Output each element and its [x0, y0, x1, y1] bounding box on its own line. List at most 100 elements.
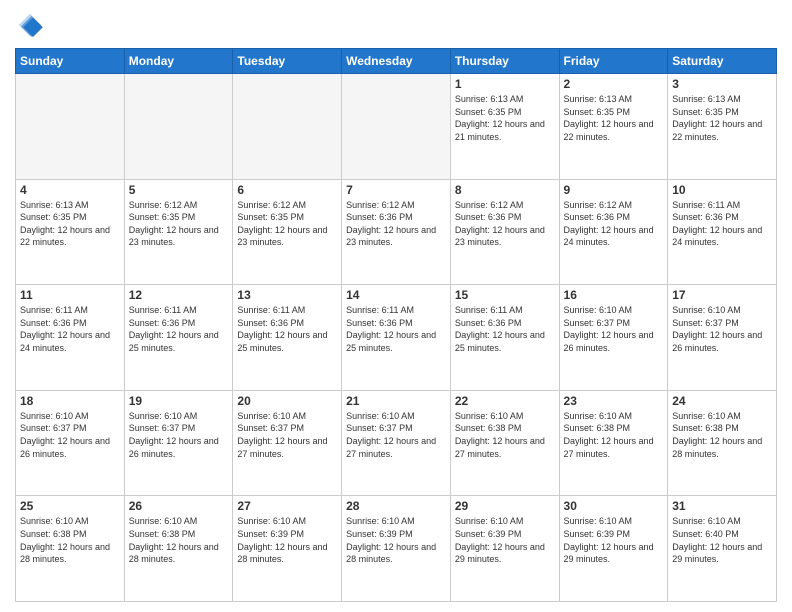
- logo-icon: [15, 10, 45, 40]
- day-number: 5: [129, 183, 229, 197]
- day-info: Sunrise: 6:10 AM Sunset: 6:38 PM Dayligh…: [455, 410, 555, 460]
- day-header-monday: Monday: [124, 49, 233, 74]
- day-info: Sunrise: 6:13 AM Sunset: 6:35 PM Dayligh…: [455, 93, 555, 143]
- day-number: 19: [129, 394, 229, 408]
- day-header-sunday: Sunday: [16, 49, 125, 74]
- page: SundayMondayTuesdayWednesdayThursdayFrid…: [0, 0, 792, 612]
- calendar-cell: 30 Sunrise: 6:10 AM Sunset: 6:39 PM Dayli…: [559, 496, 668, 602]
- day-info: Sunrise: 6:10 AM Sunset: 6:38 PM Dayligh…: [564, 410, 664, 460]
- day-info: Sunrise: 6:13 AM Sunset: 6:35 PM Dayligh…: [672, 93, 772, 143]
- calendar-cell: 14 Sunrise: 6:11 AM Sunset: 6:36 PM Dayli…: [342, 285, 451, 391]
- day-info: Sunrise: 6:10 AM Sunset: 6:38 PM Dayligh…: [20, 515, 120, 565]
- day-info: Sunrise: 6:13 AM Sunset: 6:35 PM Dayligh…: [20, 199, 120, 249]
- day-info: Sunrise: 6:10 AM Sunset: 6:39 PM Dayligh…: [455, 515, 555, 565]
- day-number: 15: [455, 288, 555, 302]
- day-number: 23: [564, 394, 664, 408]
- day-header-tuesday: Tuesday: [233, 49, 342, 74]
- calendar-cell: 26 Sunrise: 6:10 AM Sunset: 6:38 PM Dayli…: [124, 496, 233, 602]
- day-info: Sunrise: 6:12 AM Sunset: 6:35 PM Dayligh…: [237, 199, 337, 249]
- day-info: Sunrise: 6:12 AM Sunset: 6:36 PM Dayligh…: [346, 199, 446, 249]
- day-header-wednesday: Wednesday: [342, 49, 451, 74]
- calendar-cell: [16, 74, 125, 180]
- calendar-cell: 17 Sunrise: 6:10 AM Sunset: 6:37 PM Dayli…: [668, 285, 777, 391]
- calendar-cell: [124, 74, 233, 180]
- day-info: Sunrise: 6:10 AM Sunset: 6:40 PM Dayligh…: [672, 515, 772, 565]
- calendar-cell: 8 Sunrise: 6:12 AM Sunset: 6:36 PM Daylig…: [450, 179, 559, 285]
- day-info: Sunrise: 6:11 AM Sunset: 6:36 PM Dayligh…: [20, 304, 120, 354]
- calendar-cell: 27Sunrise: 6:10 AM Sunset: 6:39 PM Dayli…: [233, 496, 342, 602]
- day-number: 14: [346, 288, 446, 302]
- day-number: 28: [346, 499, 446, 513]
- calendar-cell: 18 Sunrise: 6:10 AM Sunset: 6:37 PM Dayli…: [16, 390, 125, 496]
- day-info: Sunrise: 6:10 AM Sunset: 6:37 PM Dayligh…: [237, 410, 337, 460]
- day-number: 29: [455, 499, 555, 513]
- calendar-cell: 6 Sunrise: 6:12 AM Sunset: 6:35 PM Daylig…: [233, 179, 342, 285]
- day-info: Sunrise: 6:10 AM Sunset: 6:39 PM Dayligh…: [564, 515, 664, 565]
- calendar-table: SundayMondayTuesdayWednesdayThursdayFrid…: [15, 48, 777, 602]
- day-number: 8: [455, 183, 555, 197]
- calendar-cell: 7Sunrise: 6:12 AM Sunset: 6:36 PM Daylig…: [342, 179, 451, 285]
- day-info: Sunrise: 6:10 AM Sunset: 6:39 PM Dayligh…: [346, 515, 446, 565]
- day-info: Sunrise: 6:11 AM Sunset: 6:36 PM Dayligh…: [346, 304, 446, 354]
- day-info: Sunrise: 6:12 AM Sunset: 6:35 PM Dayligh…: [129, 199, 229, 249]
- day-number: 26: [129, 499, 229, 513]
- day-number: 25: [20, 499, 120, 513]
- day-info: Sunrise: 6:11 AM Sunset: 6:36 PM Dayligh…: [672, 199, 772, 249]
- day-info: Sunrise: 6:11 AM Sunset: 6:36 PM Dayligh…: [455, 304, 555, 354]
- day-info: Sunrise: 6:10 AM Sunset: 6:37 PM Dayligh…: [346, 410, 446, 460]
- day-info: Sunrise: 6:10 AM Sunset: 6:38 PM Dayligh…: [129, 515, 229, 565]
- calendar-cell: 2 Sunrise: 6:13 AM Sunset: 6:35 PM Daylig…: [559, 74, 668, 180]
- calendar-cell: 19 Sunrise: 6:10 AM Sunset: 6:37 PM Dayli…: [124, 390, 233, 496]
- calendar-cell: 31Sunrise: 6:10 AM Sunset: 6:40 PM Dayli…: [668, 496, 777, 602]
- day-info: Sunrise: 6:10 AM Sunset: 6:37 PM Dayligh…: [20, 410, 120, 460]
- calendar-cell: 22 Sunrise: 6:10 AM Sunset: 6:38 PM Dayli…: [450, 390, 559, 496]
- day-info: Sunrise: 6:10 AM Sunset: 6:37 PM Dayligh…: [672, 304, 772, 354]
- day-number: 21: [346, 394, 446, 408]
- calendar-cell: 24 Sunrise: 6:10 AM Sunset: 6:38 PM Dayli…: [668, 390, 777, 496]
- day-number: 24: [672, 394, 772, 408]
- calendar-cell: 20 Sunrise: 6:10 AM Sunset: 6:37 PM Dayli…: [233, 390, 342, 496]
- calendar-cell: 15 Sunrise: 6:11 AM Sunset: 6:36 PM Dayli…: [450, 285, 559, 391]
- day-info: Sunrise: 6:12 AM Sunset: 6:36 PM Dayligh…: [455, 199, 555, 249]
- calendar-cell: 11 Sunrise: 6:11 AM Sunset: 6:36 PM Dayli…: [16, 285, 125, 391]
- day-number: 18: [20, 394, 120, 408]
- day-number: 12: [129, 288, 229, 302]
- calendar-cell: 13Sunrise: 6:11 AM Sunset: 6:36 PM Dayli…: [233, 285, 342, 391]
- day-number: 9: [564, 183, 664, 197]
- calendar-cell: 29 Sunrise: 6:10 AM Sunset: 6:39 PM Dayli…: [450, 496, 559, 602]
- calendar-cell: 10 Sunrise: 6:11 AM Sunset: 6:36 PM Dayli…: [668, 179, 777, 285]
- calendar-cell: [342, 74, 451, 180]
- day-header-saturday: Saturday: [668, 49, 777, 74]
- calendar-cell: [233, 74, 342, 180]
- day-number: 11: [20, 288, 120, 302]
- day-number: 22: [455, 394, 555, 408]
- day-info: Sunrise: 6:12 AM Sunset: 6:36 PM Dayligh…: [564, 199, 664, 249]
- day-number: 30: [564, 499, 664, 513]
- header: [15, 10, 777, 40]
- calendar-cell: 28 Sunrise: 6:10 AM Sunset: 6:39 PM Dayli…: [342, 496, 451, 602]
- calendar-cell: 9 Sunrise: 6:12 AM Sunset: 6:36 PM Daylig…: [559, 179, 668, 285]
- day-number: 1: [455, 77, 555, 91]
- day-header-friday: Friday: [559, 49, 668, 74]
- calendar-cell: 1 Sunrise: 6:13 AM Sunset: 6:35 PM Daylig…: [450, 74, 559, 180]
- day-number: 13: [237, 288, 337, 302]
- calendar-cell: 25 Sunrise: 6:10 AM Sunset: 6:38 PM Dayli…: [16, 496, 125, 602]
- day-number: 2: [564, 77, 664, 91]
- calendar-cell: 23 Sunrise: 6:10 AM Sunset: 6:38 PM Dayli…: [559, 390, 668, 496]
- day-header-thursday: Thursday: [450, 49, 559, 74]
- day-info: Sunrise: 6:10 AM Sunset: 6:37 PM Dayligh…: [564, 304, 664, 354]
- day-info: Sunrise: 6:10 AM Sunset: 6:38 PM Dayligh…: [672, 410, 772, 460]
- logo: [15, 10, 49, 40]
- calendar-cell: 21 Sunrise: 6:10 AM Sunset: 6:37 PM Dayli…: [342, 390, 451, 496]
- day-number: 4: [20, 183, 120, 197]
- day-number: 17: [672, 288, 772, 302]
- calendar-cell: 4 Sunrise: 6:13 AM Sunset: 6:35 PM Daylig…: [16, 179, 125, 285]
- day-number: 10: [672, 183, 772, 197]
- day-info: Sunrise: 6:10 AM Sunset: 6:37 PM Dayligh…: [129, 410, 229, 460]
- day-number: 27: [237, 499, 337, 513]
- day-number: 20: [237, 394, 337, 408]
- day-info: Sunrise: 6:13 AM Sunset: 6:35 PM Dayligh…: [564, 93, 664, 143]
- day-number: 6: [237, 183, 337, 197]
- calendar-cell: 16Sunrise: 6:10 AM Sunset: 6:37 PM Dayli…: [559, 285, 668, 391]
- day-number: 3: [672, 77, 772, 91]
